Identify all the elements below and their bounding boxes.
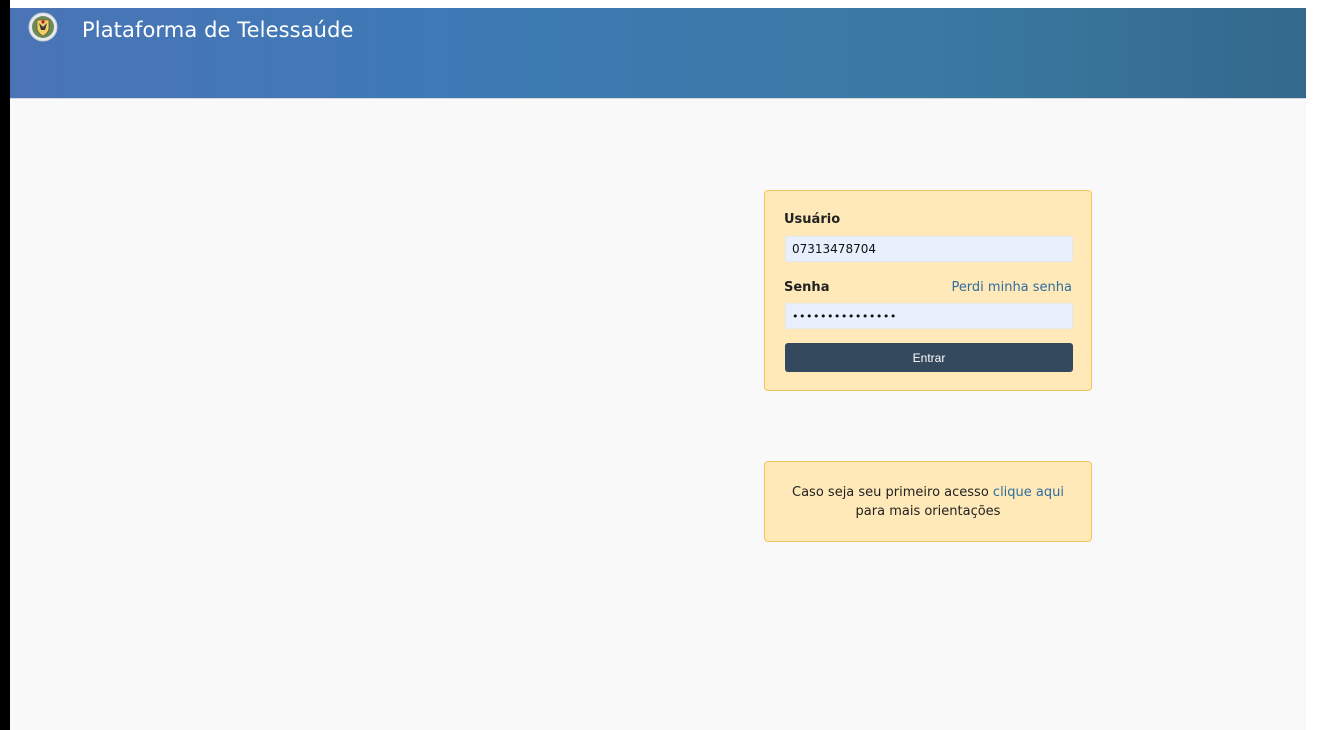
app-title: Plataforma de Telessaúde — [82, 18, 354, 42]
first-access-line-2: para mais orientações — [855, 504, 1001, 519]
window-frame-left — [0, 0, 10, 730]
username-label: Usuário — [784, 212, 841, 227]
window-frame-right — [1306, 0, 1318, 730]
username-input[interactable] — [785, 236, 1073, 262]
page-viewport: Plataforma de Telessaúde Usuário Senha P… — [10, 8, 1306, 730]
app-header: Plataforma de Telessaúde — [10, 8, 1306, 99]
coat-of-arms-icon — [28, 12, 58, 42]
password-label: Senha — [784, 280, 830, 295]
password-input[interactable] — [785, 303, 1073, 329]
login-button[interactable]: Entrar — [785, 343, 1073, 372]
first-access-line-1: Caso seja seu primeiro acesso clique aqu… — [765, 483, 1091, 502]
first-access-panel: Caso seja seu primeiro acesso clique aqu… — [764, 461, 1092, 542]
forgot-password-link[interactable]: Perdi minha senha — [951, 280, 1072, 295]
first-access-text: Caso seja seu primeiro acesso — [792, 485, 993, 500]
window-frame-top — [0, 0, 1318, 8]
login-panel: Usuário Senha Perdi minha senha Entrar — [764, 190, 1092, 391]
click-here-link[interactable]: clique aqui — [993, 485, 1064, 500]
